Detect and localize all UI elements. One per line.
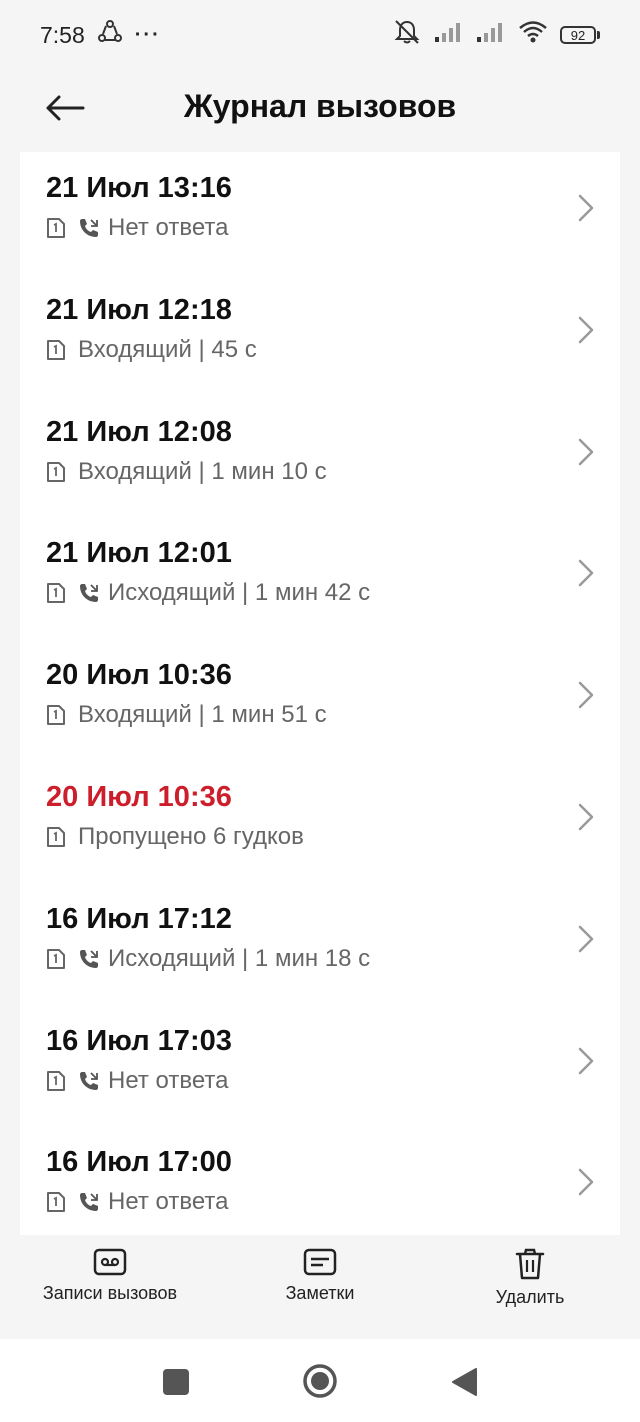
battery-level: 92 [560, 26, 596, 44]
call-detail-text: Пропущено 6 гудков [78, 822, 304, 850]
page-title: Журнал вызовов [183, 88, 457, 124]
sim-1-icon [46, 948, 68, 970]
call-details: Нет ответа [46, 1067, 228, 1095]
call-details: Нет ответа [46, 214, 228, 242]
call-time: 16 Июл 17:12 [46, 902, 232, 935]
phone-call-icon [78, 1191, 100, 1213]
call-time: 21 Июл 12:01 [46, 537, 232, 570]
silent-bell-icon [392, 19, 422, 51]
call-detail-text: Нет ответа [108, 1066, 229, 1094]
chevron-right-icon [578, 438, 594, 466]
call-time: 21 Июл 12:08 [46, 415, 232, 448]
wifi-icon [518, 20, 548, 50]
call-log-item[interactable]: 21 Июл 12:01 Исходящий | 1 мин 42 с [20, 517, 620, 639]
delete-label: Удалить [495, 1287, 565, 1307]
chevron-right-icon [578, 803, 594, 831]
call-log-item[interactable]: 21 Июл 12:08 Входящий | 1 мин 10 с [20, 396, 620, 518]
delete-button[interactable]: Удалить [490, 1247, 570, 1308]
notes-icon [303, 1248, 337, 1276]
sim-1-icon [46, 704, 68, 726]
call-time: 16 Июл 17:00 [46, 1146, 232, 1179]
chevron-right-icon [578, 1168, 594, 1196]
battery-icon: 92 [560, 26, 600, 44]
status-right: 92 [392, 19, 600, 51]
back-nav-button[interactable] [450, 1367, 478, 1402]
sim-1-icon [46, 217, 68, 239]
home-circle-icon [303, 1364, 337, 1398]
recents-button[interactable] [162, 1368, 190, 1401]
call-time: 21 Июл 12:18 [46, 293, 232, 326]
call-detail-text: Нет ответа [108, 1188, 229, 1216]
triangle-back-icon [452, 1368, 477, 1396]
notes-label: Заметки [285, 1283, 355, 1303]
call-log-item[interactable]: 16 Июл 17:00 Нет ответа [20, 1126, 620, 1235]
call-detail-text: Входящий | 1 мин 10 с [78, 457, 327, 485]
home-button[interactable] [302, 1363, 338, 1404]
call-details: Входящий | 1 мин 51 с [46, 701, 327, 729]
call-detail-text: Исходящий | 1 мин 42 с [108, 579, 371, 607]
call-details: Входящий | 45 с [46, 336, 257, 364]
call-details: Исходящий | 1 мин 18 с [46, 945, 370, 973]
phone-call-icon [78, 217, 100, 239]
chevron-right-icon [578, 1047, 594, 1075]
chevron-right-icon [578, 559, 594, 587]
signal-icon-1 [434, 21, 464, 49]
phone-call-icon [78, 948, 100, 970]
signal-icon-2 [476, 21, 506, 49]
status-left: 7:58 ··· [40, 19, 161, 51]
sim-1-icon [46, 1070, 68, 1092]
sync-icon [97, 19, 123, 51]
status-bar: 7:58 ··· 92 [0, 0, 640, 70]
call-details: Нет ответа [46, 1188, 228, 1216]
sim-1-icon [46, 826, 68, 848]
system-nav-bar [0, 1339, 640, 1422]
call-time: 16 Июл 17:03 [46, 1024, 232, 1057]
call-recordings-button[interactable]: Записи вызовов [40, 1247, 180, 1304]
call-time: 20 Июл 10:36 [46, 780, 232, 813]
call-detail-text: Исходящий | 1 мин 18 с [108, 944, 371, 972]
call-log-item[interactable]: 20 Июл 10:36 Пропущено 6 гудков [20, 761, 620, 883]
trash-icon [515, 1248, 545, 1280]
call-log-item[interactable]: 16 Июл 17:12 Исходящий | 1 мин 18 с [20, 883, 620, 1005]
phone-call-icon [78, 1070, 100, 1092]
battery-tip [597, 31, 600, 39]
call-log-item[interactable]: 16 Июл 17:03 Нет ответа [20, 1005, 620, 1127]
call-detail-text: Нет ответа [108, 214, 229, 241]
more-notifications-icon: ··· [134, 23, 161, 46]
sim-1-icon [46, 339, 68, 361]
sim-1-icon [46, 1191, 68, 1213]
call-log-list: 21 Июл 13:16 Нет ответа 21 Июл 12:18 Входящ… [20, 152, 620, 1235]
call-details: Исходящий | 1 мин 42 с [46, 579, 370, 607]
square-icon [163, 1369, 189, 1395]
call-log-item[interactable]: 21 Июл 13:16 Нет ответа [20, 152, 620, 274]
recording-tape-icon [93, 1248, 127, 1276]
call-detail-text: Входящий | 1 мин 51 с [78, 701, 327, 729]
call-details: Входящий | 1 мин 10 с [46, 458, 327, 486]
phone-call-icon [78, 582, 100, 604]
call-detail-text: Входящий | 45 с [78, 335, 257, 363]
status-time: 7:58 [40, 21, 85, 48]
sim-1-icon [46, 461, 68, 483]
call-details: Пропущено 6 гудков [46, 823, 304, 851]
chevron-right-icon [578, 681, 594, 709]
bottom-actions: Записи вызовов Заметки Удалить [0, 1235, 640, 1339]
call-log-item[interactable]: 21 Июл 12:18 Входящий | 45 с [20, 274, 620, 396]
call-recordings-label: Записи вызовов [42, 1283, 178, 1303]
call-time: 21 Июл 13:16 [46, 172, 232, 204]
call-time: 20 Июл 10:36 [46, 659, 232, 692]
chevron-right-icon [578, 194, 594, 222]
chevron-right-icon [578, 925, 594, 953]
header: Журнал вызовов [0, 70, 640, 152]
sim-1-icon [46, 582, 68, 604]
call-log-item[interactable]: 20 Июл 10:36 Входящий | 1 мин 51 с [20, 639, 620, 761]
chevron-right-icon [578, 316, 594, 344]
notes-button[interactable]: Заметки [280, 1247, 360, 1304]
